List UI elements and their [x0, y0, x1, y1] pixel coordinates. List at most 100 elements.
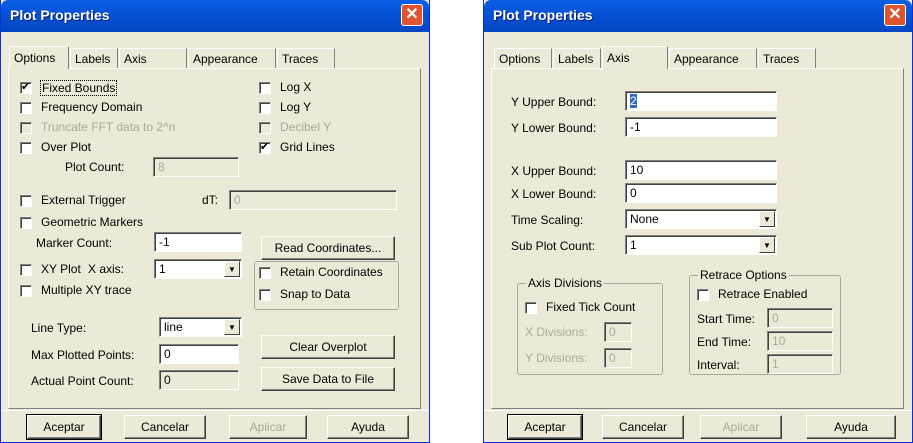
- plot-count-label: Plot Count:: [65, 160, 125, 174]
- dt-label: dT:: [202, 193, 219, 207]
- grid-lines-checkbox[interactable]: [259, 140, 271, 154]
- close-button[interactable]: ✕: [884, 4, 906, 26]
- tab-strip: Options Labels Axis Appearance Traces: [484, 46, 912, 69]
- truncate-fft-checkbox: [20, 122, 32, 134]
- y-divisions-label: Y Divisions:: [525, 351, 588, 365]
- multiple-xy-checkbox[interactable]: [20, 285, 32, 297]
- dt-field: 0: [229, 190, 397, 210]
- chevron-down-icon[interactable]: ▼: [759, 237, 775, 253]
- retain-coordinates-checkbox[interactable]: [259, 267, 271, 279]
- x-upper-field[interactable]: 10: [625, 160, 777, 180]
- sub-plot-select-value: 1: [630, 238, 637, 252]
- y-upper-value: 2: [630, 94, 637, 108]
- over-plot-label: Over Plot: [41, 140, 92, 154]
- decibel-y-label: Decibel Y: [280, 120, 332, 134]
- marker-count-field[interactable]: -1: [154, 232, 242, 252]
- tab-strip: Options Labels Axis Appearance Traces: [1, 46, 429, 69]
- frequency-domain-label: Frequency Domain: [41, 100, 143, 114]
- truncate-fft-label: Truncate FFT data to 2^n: [41, 120, 176, 134]
- max-points-label: Max Plotted Points:: [31, 348, 135, 362]
- time-scaling-select-value: None: [630, 212, 659, 226]
- retrace-enabled-checkbox[interactable]: [697, 289, 709, 301]
- tab-options[interactable]: Options: [9, 46, 69, 69]
- snap-to-data-checkbox[interactable]: [259, 289, 271, 301]
- tab-axis[interactable]: Axis: [119, 48, 187, 68]
- fixed-tick-checkbox[interactable]: [525, 302, 537, 314]
- tab-options[interactable]: Options: [494, 48, 552, 68]
- cancel-button[interactable]: Cancelar: [124, 415, 206, 439]
- help-button[interactable]: Ayuda: [327, 415, 409, 439]
- x-lower-field[interactable]: 0: [625, 183, 777, 203]
- line-type-select[interactable]: line ▼: [159, 317, 242, 337]
- plot-properties-dialog-axis: Plot Properties ✕ Options Labels Axis Ap…: [483, 0, 913, 443]
- chevron-down-icon[interactable]: ▼: [224, 319, 240, 335]
- tab-appearance[interactable]: Appearance: [669, 48, 757, 68]
- x-axis-label: X axis:: [88, 262, 125, 276]
- end-time-label: End Time:: [697, 335, 752, 349]
- retain-coordinates-label: Retain Coordinates: [280, 265, 383, 279]
- snap-to-data-label: Snap to Data: [280, 287, 351, 301]
- plot-properties-dialog-options: Plot Properties ✕ Options Labels Axis Ap…: [0, 0, 430, 443]
- geometric-markers-label: Geometric Markers: [41, 215, 144, 229]
- x-upper-label: X Upper Bound:: [511, 164, 597, 178]
- apply-button: Aplicar: [700, 415, 782, 439]
- sub-plot-select[interactable]: 1 ▼: [625, 235, 777, 255]
- y-lower-field[interactable]: -1: [625, 117, 777, 137]
- tab-traces[interactable]: Traces: [758, 48, 816, 68]
- xy-plot-checkbox[interactable]: [20, 264, 32, 276]
- frequency-domain-checkbox[interactable]: [20, 102, 32, 114]
- x-lower-label: X Lower Bound:: [511, 187, 597, 201]
- line-type-label: Line Type:: [31, 321, 87, 335]
- chevron-down-icon[interactable]: ▼: [759, 211, 775, 227]
- grid-lines-label: Grid Lines: [280, 140, 335, 154]
- read-coordinates-button[interactable]: Read Coordinates...: [261, 236, 395, 260]
- options-panel: Fixed Bounds Frequency Domain Truncate F…: [8, 68, 421, 409]
- save-data-button[interactable]: Save Data to File: [261, 367, 395, 391]
- window-title: Plot Properties: [10, 7, 110, 23]
- sub-plot-label: Sub Plot Count:: [511, 239, 596, 253]
- chevron-down-icon[interactable]: ▼: [224, 261, 240, 277]
- xy-plot-label: XY Plot: [41, 262, 81, 276]
- x-axis-select-value: 1: [159, 262, 166, 276]
- time-scaling-select[interactable]: None ▼: [625, 209, 777, 229]
- y-divisions-field: 0: [604, 348, 632, 368]
- help-button[interactable]: Ayuda: [806, 415, 896, 439]
- tab-appearance[interactable]: Appearance: [188, 48, 276, 68]
- interval-field: 1: [767, 354, 833, 374]
- tab-labels[interactable]: Labels: [70, 48, 118, 68]
- start-time-field: 0: [767, 308, 833, 328]
- plot-count-field: 8: [153, 157, 239, 177]
- tab-traces[interactable]: Traces: [277, 48, 335, 68]
- start-time-label: Start Time:: [697, 312, 756, 326]
- log-y-label: Log Y: [280, 100, 312, 114]
- external-trigger-label: External Trigger: [41, 193, 126, 207]
- axis-panel: Y Upper Bound: 2 Y Lower Bound: -1 X Upp…: [491, 68, 904, 409]
- cancel-button[interactable]: Cancelar: [602, 415, 684, 439]
- retrace-options-title: Retrace Options: [698, 268, 789, 282]
- y-lower-label: Y Lower Bound:: [511, 121, 597, 135]
- ok-button[interactable]: Aceptar: [507, 414, 583, 440]
- retrace-enabled-label: Retrace Enabled: [718, 287, 808, 301]
- button-bar: Aceptar Cancelar Aplicar Ayuda: [484, 410, 912, 442]
- time-scaling-label: Time Scaling:: [511, 213, 584, 227]
- decibel-y-checkbox: [259, 122, 271, 134]
- clear-overplot-button[interactable]: Clear Overplot: [261, 335, 395, 359]
- over-plot-checkbox[interactable]: [20, 142, 32, 154]
- title-bar: Plot Properties ✕: [484, 0, 912, 32]
- ok-button[interactable]: Aceptar: [26, 414, 102, 440]
- log-x-label: Log X: [280, 80, 312, 94]
- geometric-markers-checkbox[interactable]: [20, 217, 32, 229]
- log-y-checkbox[interactable]: [259, 102, 271, 114]
- fixed-bounds-checkbox[interactable]: [20, 80, 32, 94]
- end-time-field: 10: [767, 331, 833, 351]
- axis-divisions-title: Axis Divisions: [526, 276, 605, 290]
- log-x-checkbox[interactable]: [259, 82, 271, 94]
- external-trigger-checkbox[interactable]: [20, 195, 32, 207]
- x-axis-select[interactable]: 1 ▼: [154, 259, 242, 279]
- y-upper-field[interactable]: 2: [625, 91, 777, 111]
- tab-labels[interactable]: Labels: [553, 48, 601, 68]
- interval-label: Interval:: [697, 358, 740, 372]
- tab-axis[interactable]: Axis: [602, 46, 668, 69]
- close-button[interactable]: ✕: [401, 4, 423, 26]
- max-points-field[interactable]: 0: [159, 344, 239, 364]
